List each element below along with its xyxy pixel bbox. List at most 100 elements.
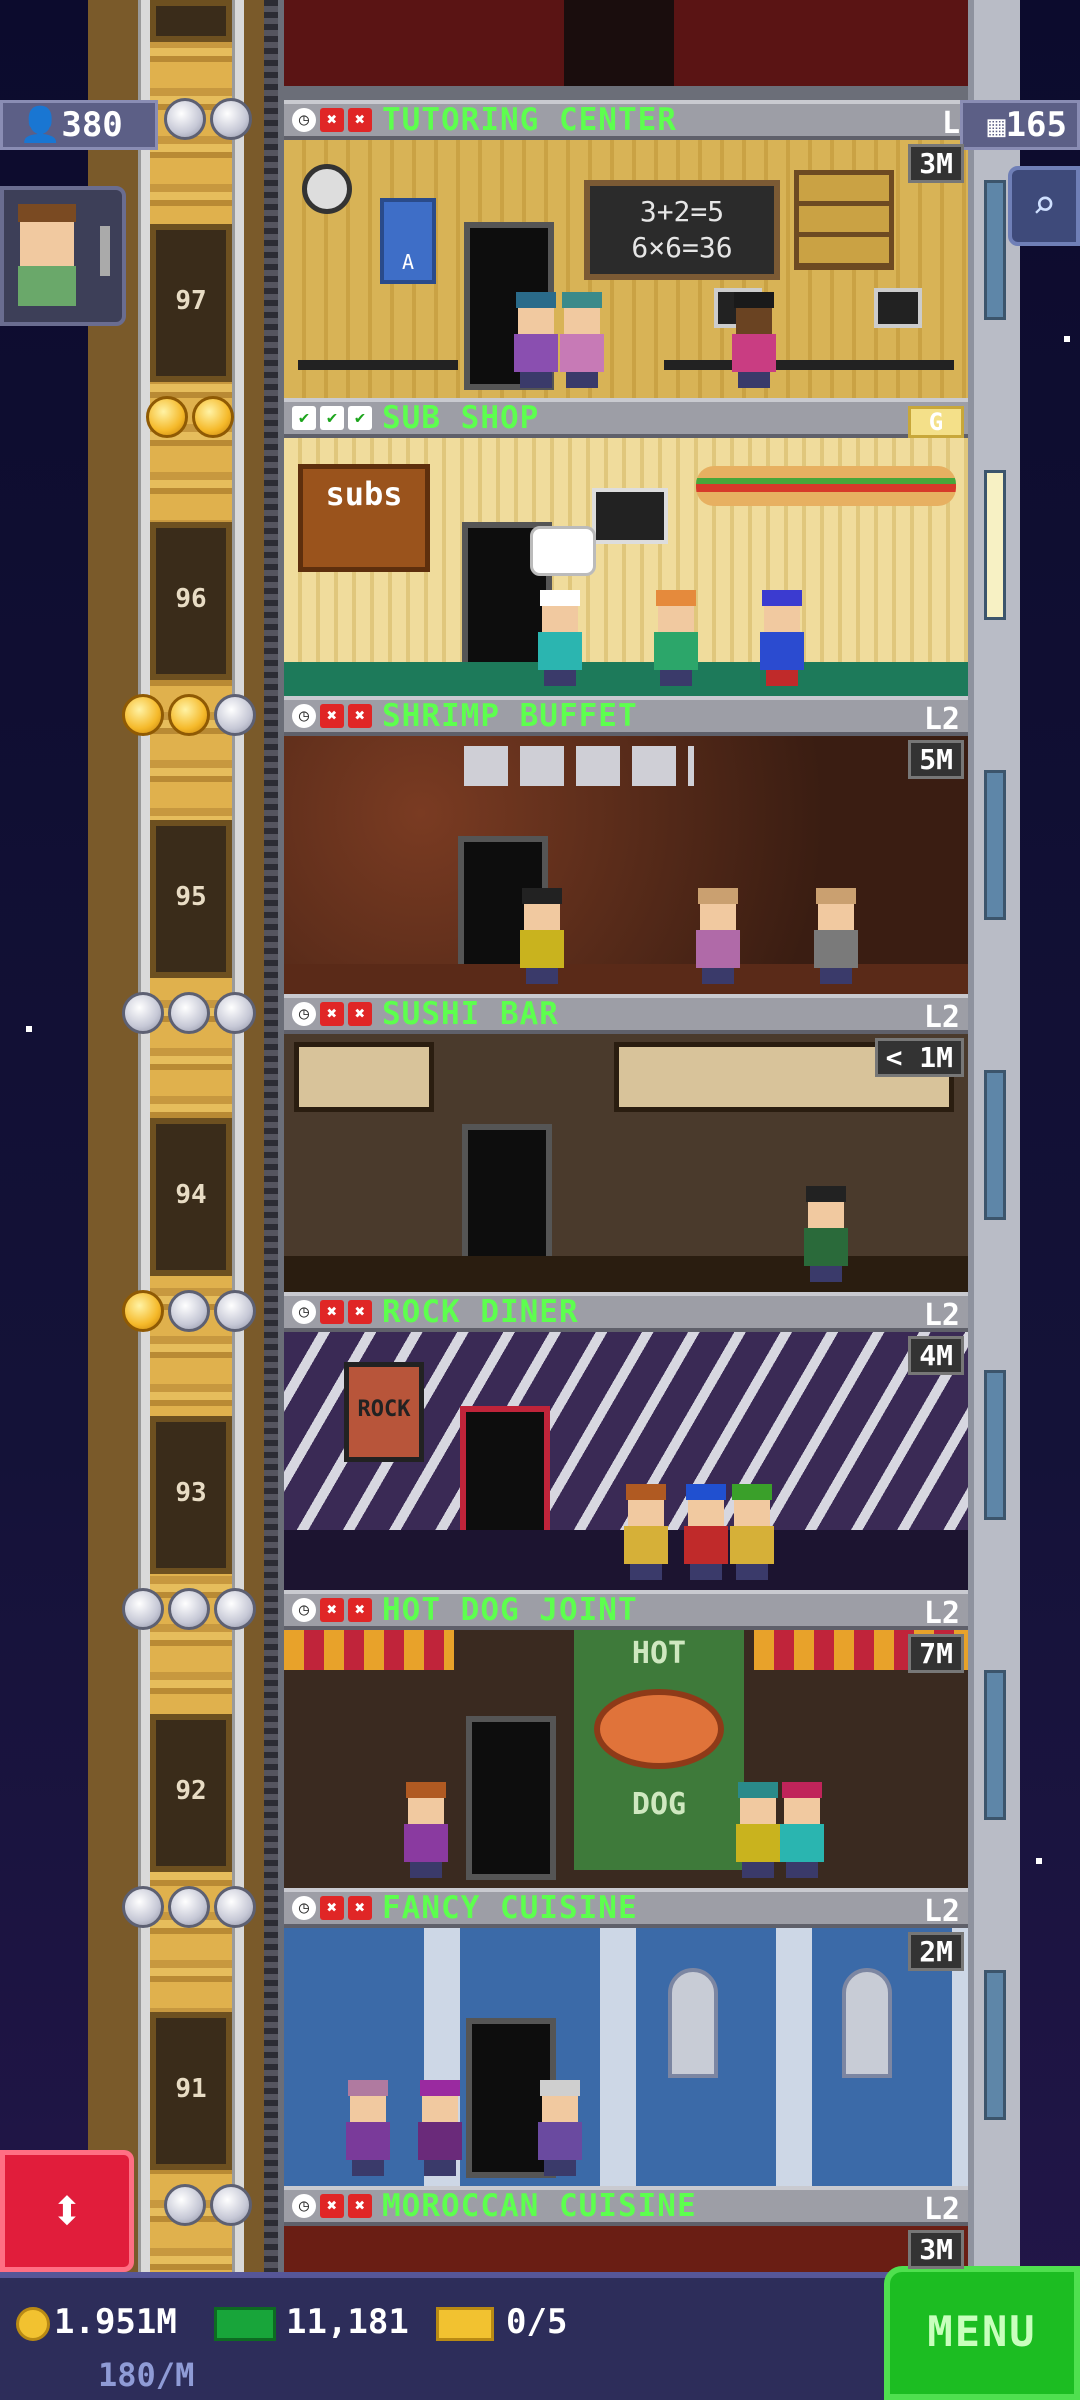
x-icon: ✖ (320, 1300, 344, 1324)
awning (284, 1630, 454, 1670)
search-icon[interactable]: ⌕ (1008, 166, 1080, 246)
x-icon: ✖ (348, 1300, 372, 1324)
coin-balance[interactable]: 1.951M (16, 2302, 177, 2342)
floor-rock-diner[interactable]: ◷ ✖ ✖ ROCK DINER L2 4M ROCK (284, 1292, 968, 1590)
room-interior: A 3+2=5 6×6=36 (284, 140, 968, 398)
elevator-door-91[interactable]: 91 (150, 2012, 232, 2170)
floor-fancy-cuisine[interactable]: ◷ ✖ ✖ FANCY CUISINE L2 2M (284, 1888, 968, 2186)
menu-button[interactable]: MENU (884, 2266, 1080, 2400)
floor-name: HOT DOG JOINT (382, 1592, 638, 1628)
bitizen[interactable] (560, 292, 604, 388)
room-interior (284, 736, 968, 994)
bitizen[interactable] (732, 292, 776, 388)
floor-header: ◷ ✖ ✖ TUTORING CENTER L (284, 100, 968, 141)
floor-level: L2 (923, 1000, 960, 1035)
x-icon: ✖ (320, 1002, 344, 1026)
floor-stars (122, 1290, 256, 1334)
bitizen[interactable] (404, 1782, 448, 1878)
elevator-door-92[interactable]: 92 (150, 1714, 232, 1872)
silver-star-icon (214, 1290, 256, 1332)
speech-bubble-icon[interactable] (530, 526, 596, 576)
bitizen[interactable] (520, 888, 564, 984)
silver-star-icon (168, 992, 210, 1034)
gold-star-icon (122, 1290, 164, 1332)
elevator-floor-number: 97 (175, 286, 207, 316)
clock-icon: ◷ (292, 1002, 316, 1026)
population-counter[interactable]: 👤380 (0, 100, 158, 150)
bitizen[interactable] (760, 590, 804, 686)
floor-counter[interactable]: ▦165 (960, 100, 1080, 150)
check-icon: ✔ (292, 406, 316, 430)
hot-dog-sign-bottom: DOG (631, 1787, 687, 1822)
bitizen-chef[interactable] (538, 590, 582, 686)
elevator-floor-number: 96 (175, 584, 207, 614)
elevator-button[interactable]: ⬍ (0, 2150, 134, 2272)
room-interior (284, 2226, 968, 2272)
gold-star-icon (122, 694, 164, 736)
check-icon: ✔ (320, 406, 344, 430)
floor-tutoring-center[interactable]: ◷ ✖ ✖ TUTORING CENTER L 3M A 3+2=5 6×6=36 (284, 100, 968, 398)
floor-name: MOROCCAN CUISINE (382, 2188, 697, 2224)
tower-window (984, 180, 1006, 320)
vip-bitizen-button[interactable] (0, 186, 126, 326)
ticket-value: 0/5 (506, 2302, 568, 2342)
floor-sub-shop[interactable]: ✔ ✔ ✔ SUB SHOP G subs (284, 398, 968, 696)
bookshelf (794, 170, 894, 270)
clock-icon: ◷ (292, 1896, 316, 1920)
elevator-door-96[interactable]: 96 (150, 522, 232, 680)
buffet-table (284, 964, 968, 994)
bitizen[interactable] (538, 2080, 582, 2176)
coin-value: 1.951M (54, 2302, 177, 2342)
bitizen[interactable] (654, 590, 698, 686)
tower-window-lit (984, 470, 1006, 620)
restock-timer: 3M (908, 2230, 964, 2269)
bitizen[interactable] (736, 1782, 780, 1878)
population-value: 380 (61, 105, 123, 145)
clock-icon: ◷ (292, 108, 316, 132)
bitizen[interactable] (780, 1782, 824, 1878)
counter (284, 662, 968, 696)
subs-menu-board: subs (298, 464, 430, 572)
bitizen[interactable] (730, 1484, 774, 1580)
floor-sushi-bar[interactable]: ◷ ✖ ✖ SUSHI BAR L2 < 1M (284, 994, 968, 1292)
elevator-door-93[interactable]: 93 (150, 1416, 232, 1574)
ticket-balance[interactable]: 0/5 (436, 2302, 567, 2342)
silver-star-icon (214, 694, 256, 736)
elevator-floor-number: 94 (175, 1180, 207, 1210)
floor-header: ◷ ✖ ✖ FANCY CUISINE L2 (284, 1888, 968, 1929)
silver-star-icon (122, 1588, 164, 1630)
floor-level: L2 (923, 1298, 960, 1333)
bitizen[interactable] (684, 1484, 728, 1580)
avatar-hair (18, 204, 76, 222)
x-icon: ✖ (320, 1598, 344, 1622)
elevator-rail-left (138, 0, 150, 2272)
bitizen[interactable] (814, 888, 858, 984)
elevator-door-94[interactable]: 94 (150, 1118, 232, 1276)
bitizen[interactable] (514, 292, 558, 388)
elevator-chain (264, 0, 278, 2272)
bitizen[interactable] (346, 2080, 390, 2176)
floor-hot-dog-joint[interactable]: ◷ ✖ ✖ HOT DOG JOINT L2 7M HOT DOG (284, 1590, 968, 1888)
floor-stars (164, 2184, 252, 2228)
wall-clock-icon (302, 164, 352, 214)
bitizen[interactable] (418, 2080, 462, 2176)
gold-star-icon (192, 396, 234, 438)
floor-shrimp-buffet[interactable]: ◷ ✖ ✖ SHRIMP BUFFET L2 5M (284, 696, 968, 994)
silver-star-icon (164, 98, 206, 140)
silver-star-icon (214, 1886, 256, 1928)
floor-partial-top[interactable] (284, 0, 968, 86)
bux-balance[interactable]: 11,181 (214, 2302, 409, 2342)
bitizen[interactable] (624, 1484, 668, 1580)
clock-icon: ◷ (292, 1598, 316, 1622)
elevator-door-95[interactable]: 95 (150, 820, 232, 978)
star (26, 1026, 32, 1032)
bitizen[interactable] (696, 888, 740, 984)
floor-moroccan-cuisine[interactable]: ◷ ✖ ✖ MOROCCAN CUISINE L2 3M (284, 2186, 968, 2272)
gold-floor-badge: G (908, 406, 964, 438)
price-board (592, 488, 668, 544)
silver-star-icon (164, 2184, 206, 2226)
tower-window (984, 1370, 1006, 1520)
elevator-door-97[interactable]: 97 (150, 224, 232, 382)
silver-star-icon (210, 2184, 252, 2226)
bitizen[interactable] (804, 1186, 848, 1282)
